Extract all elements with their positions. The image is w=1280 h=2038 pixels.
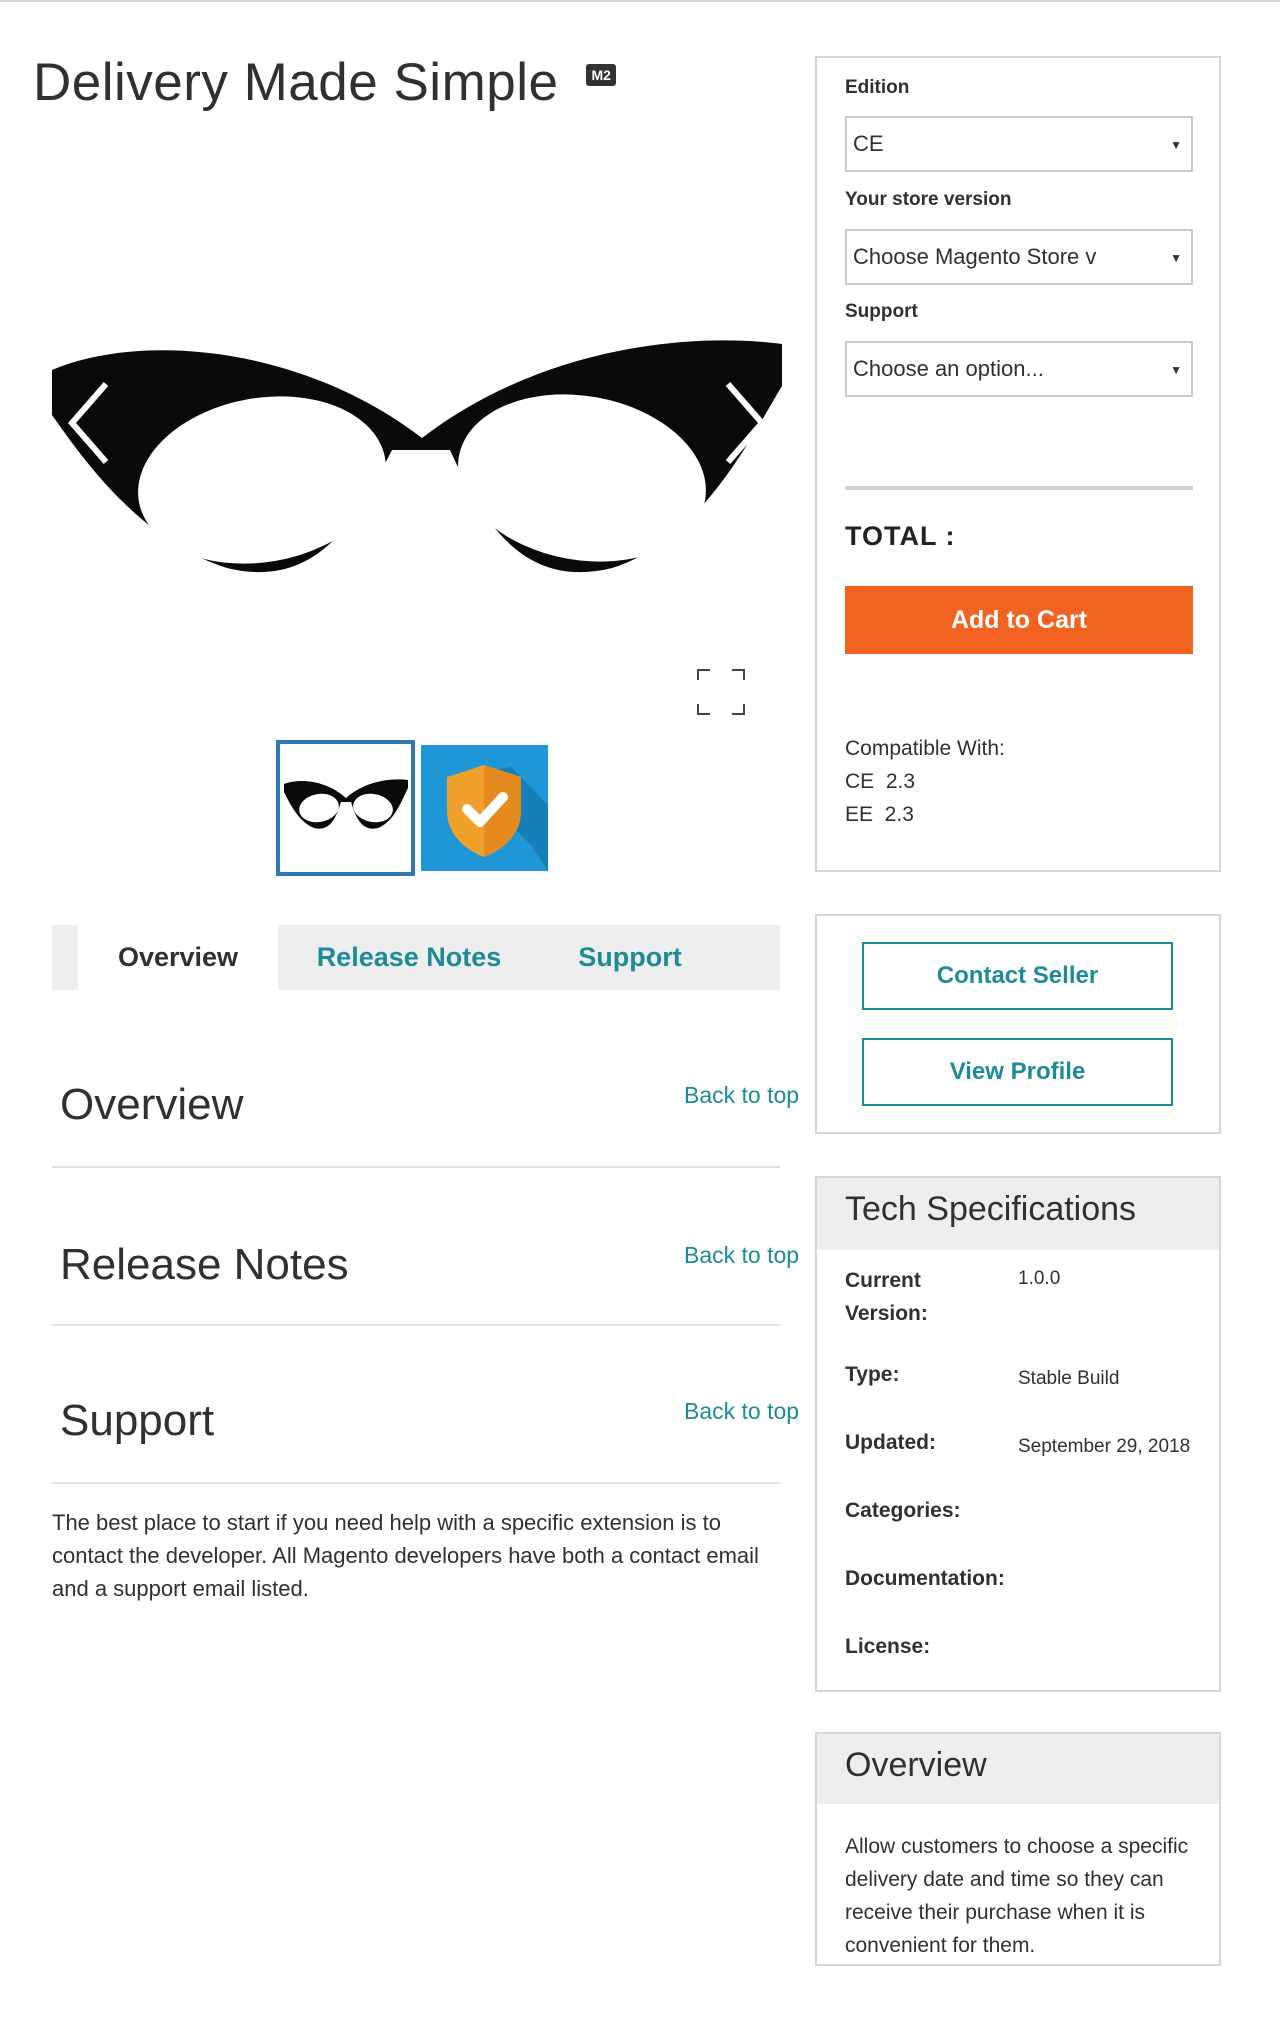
support-section: Support Back to top: [52, 1326, 799, 1484]
spec-label-documentation: Documentation:: [845, 1567, 1005, 1590]
compat-title: Compatible With:: [845, 737, 1005, 760]
store-version-select[interactable]: Choose Magento Store v ▼: [845, 229, 1193, 285]
overview-section: Overview Back to top: [52, 1040, 799, 1168]
support-description: The best place to start if you need help…: [52, 1510, 759, 1601]
thumbnail-glasses[interactable]: [276, 740, 415, 876]
compat-item: EE 2.3: [845, 803, 914, 826]
spec-label-license: License:: [845, 1635, 931, 1658]
total-label: TOTAL :: [845, 521, 956, 551]
spec-value-type: Stable Build: [1018, 1368, 1120, 1389]
page-title: Delivery Made Simple: [33, 53, 559, 112]
support-label: Support: [845, 301, 918, 322]
spec-value-updated: September 29, 2018: [1018, 1436, 1191, 1457]
spec-label-version: Current Version:: [845, 1269, 928, 1325]
spec-label-updated: Updated:: [845, 1431, 936, 1454]
gallery-next-arrow-icon[interactable]: [712, 378, 772, 468]
tech-specs-panel: Tech Specifications Current Version: 1.0…: [815, 1176, 1221, 1692]
thumbnail-strip: [276, 740, 548, 876]
tech-specs-header: Tech Specifications: [817, 1178, 1219, 1250]
contact-seller-button[interactable]: Contact Seller: [862, 942, 1173, 1010]
gallery-prev-arrow-icon[interactable]: [62, 378, 122, 468]
cat-eye-glasses-image: [52, 340, 782, 573]
title-bar: Delivery Made Simple M2: [33, 52, 616, 113]
release-notes-heading: Release Notes: [60, 1240, 349, 1289]
thumbnail-shield[interactable]: [421, 745, 548, 871]
add-to-cart-button[interactable]: Add to Cart: [845, 586, 1193, 654]
back-to-top-link[interactable]: Back to top: [684, 1242, 799, 1269]
product-tabs: Overview Release Notes Support: [52, 925, 780, 990]
back-to-top-link[interactable]: Back to top: [684, 1398, 799, 1425]
support-heading: Support: [60, 1396, 215, 1445]
back-to-top-link[interactable]: Back to top: [684, 1082, 799, 1109]
tab-support[interactable]: Support: [540, 925, 720, 990]
edition-select[interactable]: CE ▼: [845, 116, 1193, 172]
view-profile-button[interactable]: View Profile: [862, 1038, 1173, 1106]
glasses-thumb-icon: [283, 779, 408, 829]
spec-label-type: Type:: [845, 1363, 900, 1386]
fullscreen-icon[interactable]: [696, 668, 746, 716]
overview-panel-text: Allow customers to choose a specific del…: [845, 1835, 1189, 1957]
caret-down-icon: ▼: [1170, 251, 1182, 265]
tab-release-notes[interactable]: Release Notes: [278, 925, 540, 990]
support-select[interactable]: Choose an option... ▼: [845, 341, 1193, 397]
release-notes-section: Release Notes Back to top: [52, 1168, 799, 1326]
overview-panel-heading: Overview: [845, 1746, 987, 1784]
caret-down-icon: ▼: [1170, 363, 1182, 377]
tab-overview[interactable]: Overview: [78, 925, 278, 990]
shield-check-icon: [447, 765, 548, 871]
edition-label: Edition: [845, 77, 910, 98]
store-version-label: Your store version: [845, 189, 1012, 210]
compatibility-info: Compatible With: CE 2.3 EE 2.3: [845, 732, 1005, 831]
seller-panel: Contact Seller View Profile: [815, 914, 1221, 1134]
store-version-select-value: Choose Magento Store v: [853, 244, 1097, 269]
tech-specs-heading: Tech Specifications: [845, 1190, 1137, 1228]
total-divider: [845, 486, 1193, 490]
product-gallery: [52, 340, 782, 620]
m2-badge: M2: [586, 64, 616, 86]
compat-item: CE 2.3: [845, 770, 916, 793]
overview-heading: Overview: [60, 1080, 244, 1129]
edition-select-value: CE: [853, 131, 884, 156]
spec-label-categories: Categories:: [845, 1499, 961, 1522]
support-select-value: Choose an option...: [853, 356, 1044, 381]
top-rule: [0, 0, 1280, 2]
overview-panel-header: Overview: [817, 1734, 1219, 1804]
purchase-panel: Edition CE ▼ Your store version Choose M…: [815, 56, 1221, 872]
spec-value-version: 1.0.0: [1018, 1268, 1061, 1289]
overview-panel: Overview Allow customers to choose a spe…: [815, 1732, 1221, 1966]
caret-down-icon: ▼: [1170, 138, 1182, 152]
